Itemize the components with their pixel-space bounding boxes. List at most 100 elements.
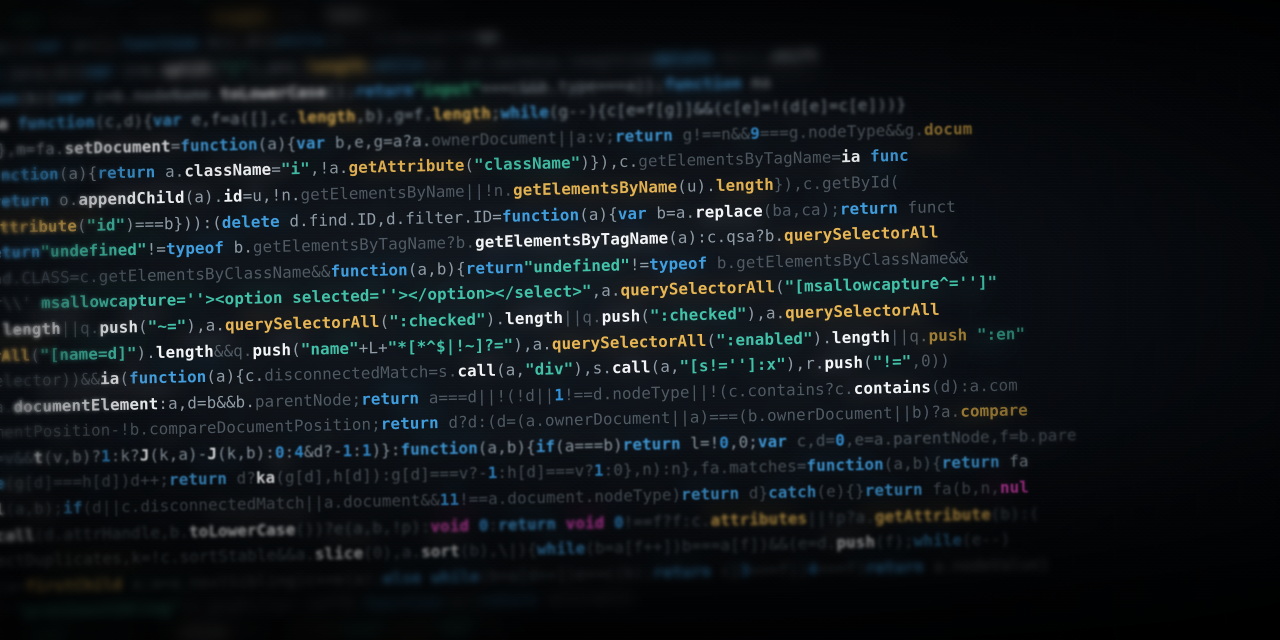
code-token: 1 [100,446,111,466]
code-token: slice [314,543,364,564]
code-token: (k,a)- [149,444,208,465]
code-token: c(!o.msMatchesSelector))&& [0,369,101,395]
code-token: (k,b): [216,443,276,464]
code-token: ). [812,328,833,348]
code-token: a===d||!(!d|| [418,385,555,408]
code-token: getElementsByName||!n. [300,180,514,205]
code-token: (a,b){ [477,437,536,458]
code-token: = [170,136,181,156]
code-token: ( [119,369,130,389]
code-token: "className" [473,153,581,175]
code-token: for(a= [0,577,26,598]
code-token: "name" [300,338,359,359]
code-token: call [611,357,651,378]
code-token: c=a. [113,59,162,80]
code-token: ( [30,345,41,365]
code-token: sort [421,541,460,562]
code-token: (b---)c[b][a]!=d [323,27,479,50]
code-token: getAttribute [874,504,991,526]
code-token: "!=" [872,352,912,372]
code-token: 0 [274,442,285,462]
code-token: call [0,525,35,546]
code-token: toLowerCase [220,82,327,104]
code-token: querySelectorAll [785,300,940,323]
code-token: ownerDocument||a:v; [431,127,616,150]
code-token: push [99,317,139,338]
code-token: o. [49,190,79,210]
code-token: b.getElementsByClassName&& [707,247,969,273]
code-token: push [928,325,968,345]
code-token: 1 [554,385,565,405]
code-token: ,b),g=f. [355,105,434,126]
code-token: b=a[c]; [45,9,133,30]
code-token: "undefined" [523,255,631,277]
code-token: b(c,d){ [198,31,276,53]
code-token: d} [739,483,769,504]
code-token: push [824,353,864,373]
code-token: return [0,242,41,263]
code-token: length [2,319,61,340]
code-token: disconnectedMatch=s. [264,361,458,385]
code-token: shift [770,45,819,66]
code-token: &&q. [213,340,253,361]
code-token: var [84,60,114,81]
code-token: function [400,438,478,460]
code-token: c=b.nodeName. [84,84,221,107]
code-token: ===g.nodeType&&g. [759,120,925,143]
code-token: (a) [363,3,394,23]
code-token: d.find.ID,d. [279,208,406,231]
code-token: getElementsByTagName [474,228,669,252]
code-token: (e--) [961,529,1011,550]
code-token: typeof [649,253,708,274]
code-token: if [63,498,83,518]
code-token: documentElement [13,394,159,417]
code-token: (g[d]===h[d])d++; [4,471,170,494]
code-token: 9 [750,123,760,144]
code-token: "[s!='']:x" [679,354,786,376]
code-token: != [629,254,650,275]
code-token: length [831,326,891,347]
code-token: "input" [413,78,482,99]
code-token: querySelectorAll [224,312,380,335]
code-token: }),c.getById( [773,172,900,194]
code-token: "div" [524,359,574,380]
code-token: return [839,198,899,219]
code-token: l=! [680,433,720,454]
code-token: return [622,434,681,455]
code-token: push [836,532,876,553]
code-token: catch [768,482,817,503]
code-token: setDocument [64,136,171,158]
code-token: "[msallowcapture^='']" [784,273,998,297]
code-token: return [361,388,420,409]
code-token: 1 [478,618,498,638]
code-token: ),a. [513,334,553,354]
code-token: ":checked" [649,304,747,326]
code-token: return f}),d.find.CLASS=c. [0,266,99,290]
code-token: function [501,205,580,226]
code-token: t [33,448,44,468]
code-token: var [152,110,182,131]
code-token: a=[]; [62,35,122,56]
code-token: " " [0,603,7,623]
code-token: 0,3 , 3 == [227,621,334,640]
code-token: ( [379,312,390,332]
code-token: c?a.compareDocumentPosition-!b. [0,420,150,446]
code-token: length [432,104,492,125]
code-token: function [17,112,96,134]
code-token: while [431,567,480,587]
code-token: (a){c. [206,366,265,387]
photo-of-code-screen: void 0,charCodeAt(a),"\\"+a) :String.fro… [0,0,1280,640]
code-token: != [146,239,167,259]
code-token: ===a[1] 1 [72,625,180,640]
code-token: qa [478,26,498,47]
code-token: length [715,175,774,196]
code-token: (a){ [441,592,480,613]
code-token: ),r. [785,353,825,374]
code-token: +a,b-c; [132,7,210,28]
code-token: var [757,431,788,452]
code-token: (); [326,81,356,101]
code-token: ,0)) [911,351,951,371]
code-token: (ba,ca); [762,199,841,220]
code-token: a.nodeValue} [923,554,1050,577]
